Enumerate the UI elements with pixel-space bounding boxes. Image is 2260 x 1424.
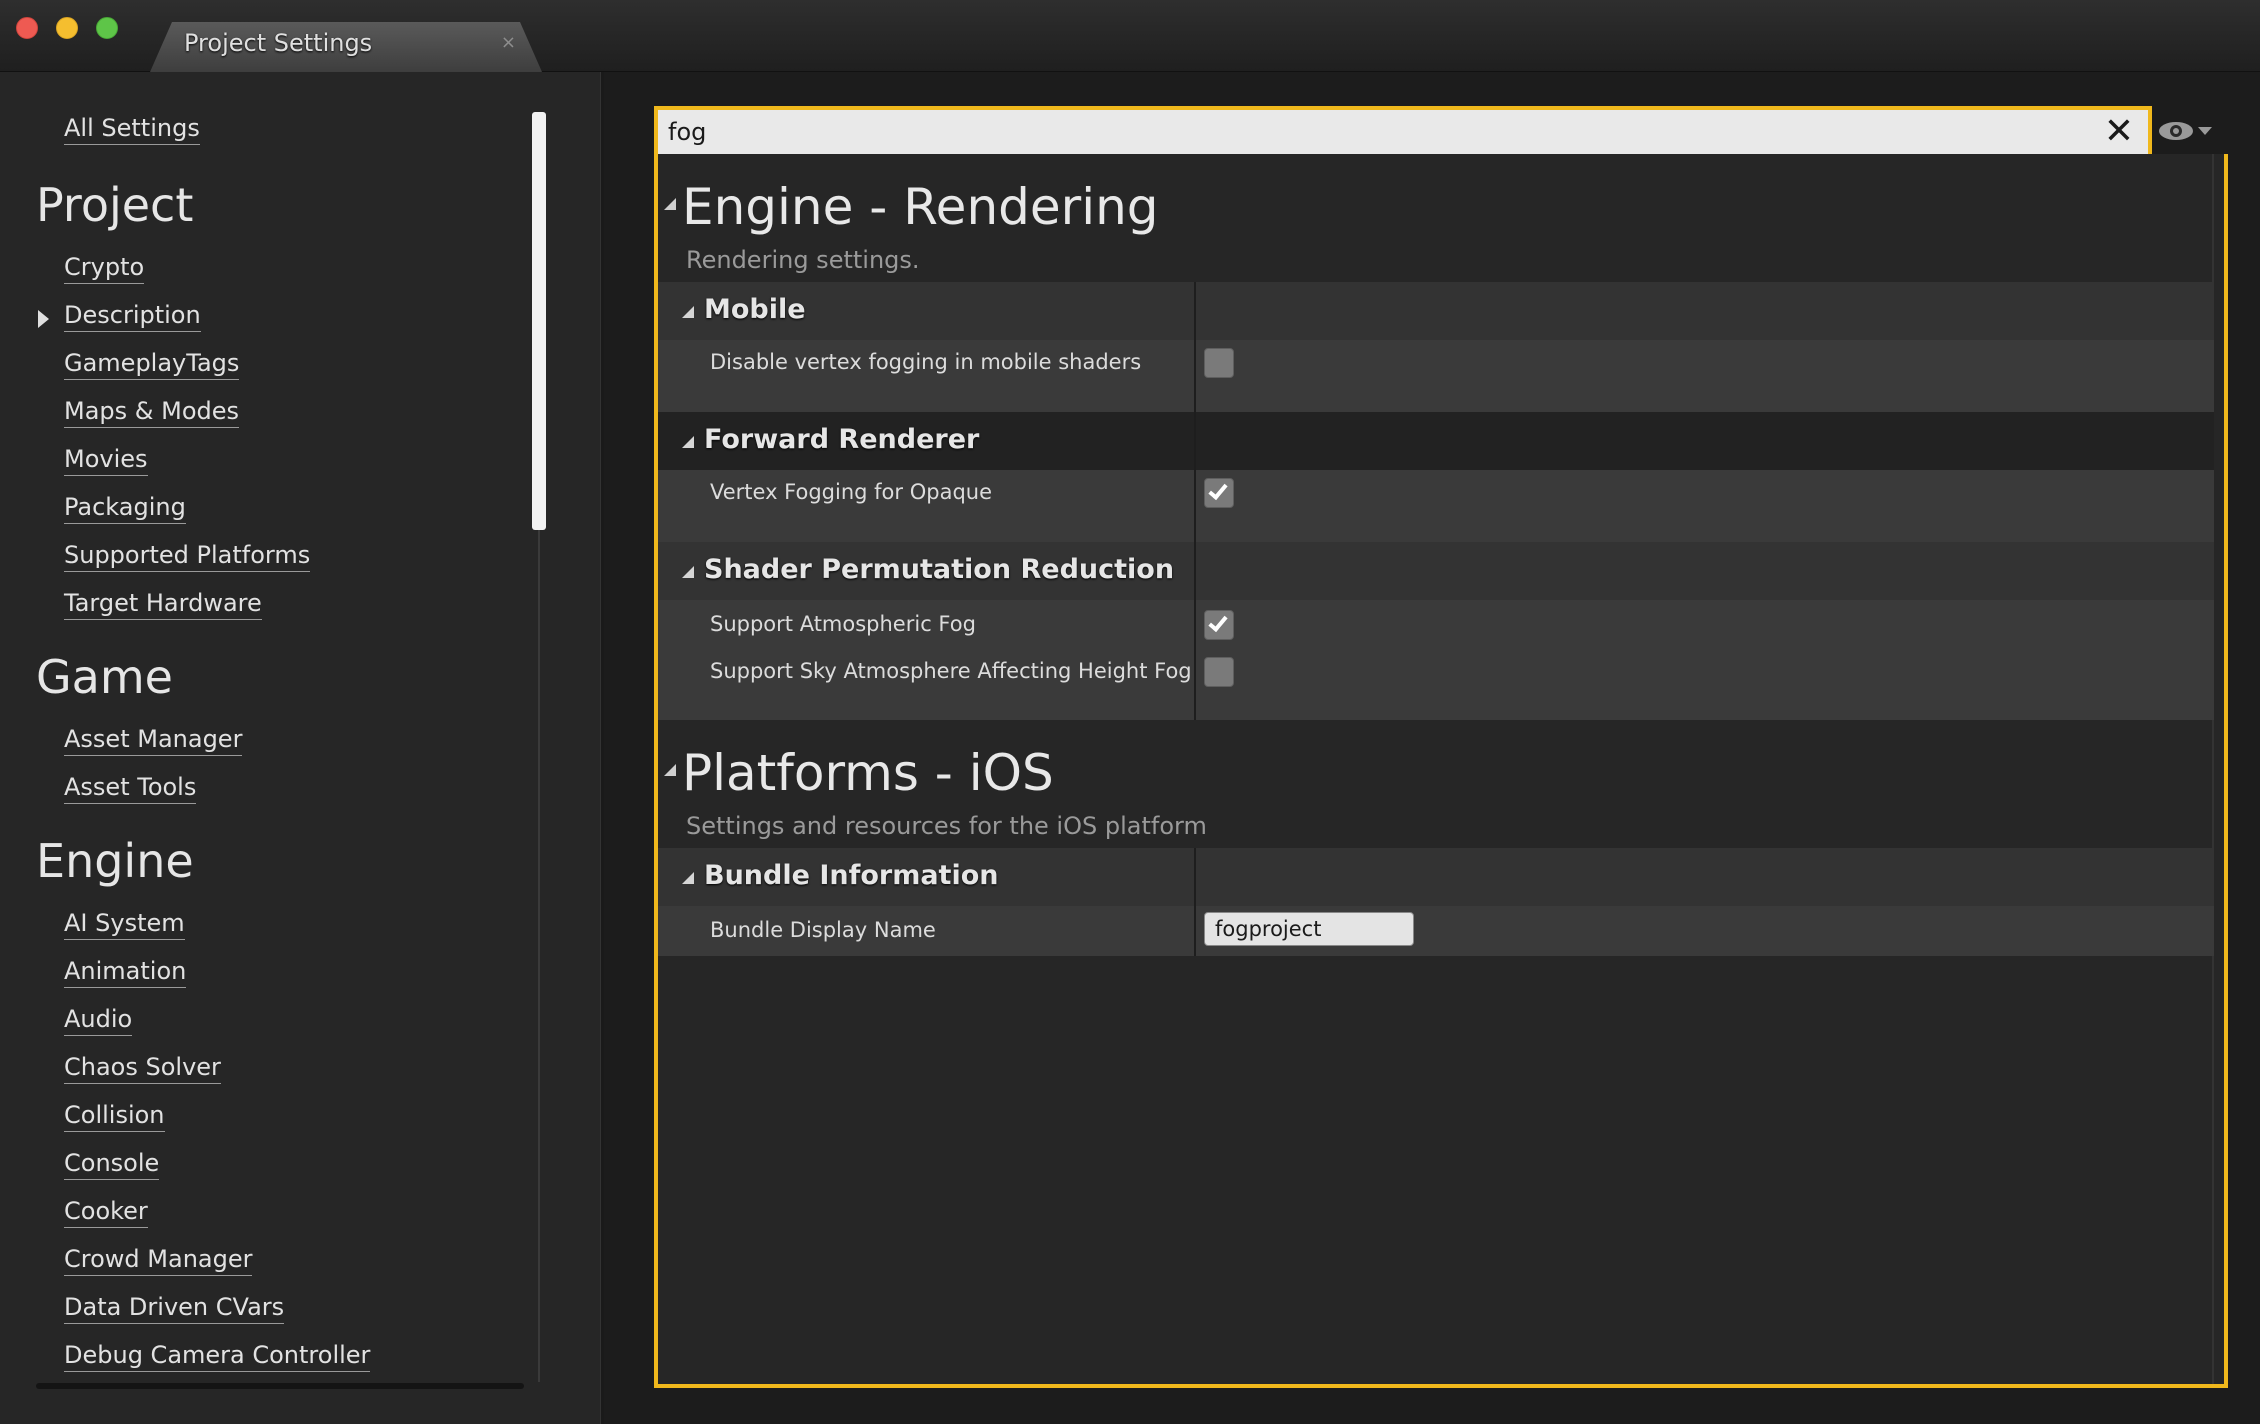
sidebar-heading-project: Project: [36, 178, 194, 232]
category-description: Rendering settings.: [686, 246, 920, 274]
sidebar-item-data-driven-cvars[interactable]: Data Driven CVars: [64, 1291, 285, 1324]
sidebar-item-maps-modes[interactable]: Maps & Modes: [64, 395, 240, 428]
settings-main-panel: ✕ Engine - Rendering Rendering settings.…: [604, 72, 2260, 1424]
window-close-button[interactable]: [16, 17, 38, 39]
support-atmospheric-fog-checkbox[interactable]: [1204, 610, 1234, 640]
section-title: Shader Permutation Reduction: [704, 554, 1175, 585]
column-separator[interactable]: [1194, 848, 1196, 956]
category-title: Platforms - iOS: [682, 744, 1054, 802]
expand-arrow-icon[interactable]: [38, 310, 49, 328]
settings-results: Engine - Rendering Rendering settings. M…: [654, 154, 2228, 1388]
sidebar-item-asset-tools[interactable]: Asset Tools: [64, 771, 197, 804]
sidebar-item-audio[interactable]: Audio: [64, 1003, 133, 1036]
section-mobile[interactable]: Mobile: [658, 282, 2214, 340]
sidebar-item-crypto[interactable]: Crypto: [64, 251, 145, 284]
collapse-arrow-icon: [682, 436, 694, 448]
sidebar-item-debug-camera-controller[interactable]: Debug Camera Controller: [64, 1339, 371, 1372]
collapse-arrow-icon: [682, 306, 694, 318]
sidebar-horizontal-scrollbar[interactable]: [36, 1383, 524, 1389]
collapse-arrow-icon[interactable]: [664, 764, 676, 776]
sidebar-heading-game: Game: [36, 650, 173, 704]
tab-close-icon[interactable]: ×: [501, 32, 516, 53]
sidebar-item-cooker[interactable]: Cooker: [64, 1195, 148, 1228]
sidebar-item-asset-manager[interactable]: Asset Manager: [64, 723, 243, 756]
bundle-display-name-input[interactable]: [1204, 912, 1414, 946]
property-row: Bundle Display Name: [658, 906, 2214, 956]
category-title: Engine - Rendering: [682, 178, 1159, 236]
collapse-arrow-icon[interactable]: [664, 198, 676, 210]
section-title: Bundle Information: [704, 860, 999, 891]
vertex-fogging-opaque-checkbox[interactable]: [1204, 478, 1234, 508]
sidebar-item-ai-system[interactable]: AI System: [64, 907, 185, 940]
sidebar-item-movies[interactable]: Movies: [64, 443, 148, 476]
property-label: Support Sky Atmosphere Affecting Height …: [710, 659, 1192, 683]
checkmark-icon: [1208, 479, 1228, 501]
collapse-arrow-icon: [682, 872, 694, 884]
section-bundle-information[interactable]: Bundle Information: [658, 848, 2214, 906]
property-row: Disable vertex fogging in mobile shaders: [658, 340, 2214, 412]
eye-icon[interactable]: [2156, 116, 2226, 146]
property-label: Disable vertex fogging in mobile shaders: [710, 350, 1142, 374]
section-title: Mobile: [704, 294, 806, 325]
sidebar-item-all-settings[interactable]: All Settings: [64, 112, 200, 145]
sidebar-item-supported-platforms[interactable]: Supported Platforms: [64, 539, 311, 572]
property-row: Vertex Fogging for Opaque: [658, 470, 2214, 542]
column-separator[interactable]: [1194, 282, 1196, 720]
sidebar-heading-engine: Engine: [36, 834, 194, 888]
sidebar-item-animation[interactable]: Animation: [64, 955, 187, 988]
sidebar-item-collision[interactable]: Collision: [64, 1099, 165, 1132]
section-shader-permutation-reduction[interactable]: Shader Permutation Reduction: [658, 542, 2214, 600]
settings-sidebar: All Settings Project Crypto Description …: [0, 72, 600, 1424]
title-bar: Project Settings ×: [0, 0, 2260, 72]
search-box: ✕: [654, 106, 2152, 154]
sidebar-item-description[interactable]: Description: [64, 299, 201, 332]
tab-project-settings[interactable]: Project Settings ×: [150, 22, 542, 72]
sidebar-item-gameplaytags[interactable]: GameplayTags: [64, 347, 240, 380]
collapse-arrow-icon: [682, 566, 694, 578]
tab-label: Project Settings: [184, 29, 373, 57]
section-title: Forward Renderer: [704, 424, 980, 455]
sidebar-scrollbar-thumb[interactable]: [532, 112, 546, 530]
category-description: Settings and resources for the iOS platf…: [686, 812, 1207, 840]
section-forward-renderer[interactable]: Forward Renderer: [658, 412, 2214, 470]
disable-vertex-fogging-checkbox[interactable]: [1204, 348, 1234, 378]
property-label: Bundle Display Name: [710, 918, 936, 942]
sidebar-item-target-hardware[interactable]: Target Hardware: [64, 587, 262, 620]
sidebar-item-packaging[interactable]: Packaging: [64, 491, 186, 524]
search-input[interactable]: [668, 114, 2068, 150]
sidebar-item-console[interactable]: Console: [64, 1147, 160, 1180]
support-sky-atmosphere-height-fog-checkbox[interactable]: [1204, 657, 1234, 687]
checkmark-icon: [1208, 611, 1228, 633]
close-x-icon[interactable]: ✕: [2104, 112, 2134, 152]
sidebar-item-chaos-solver[interactable]: Chaos Solver: [64, 1051, 221, 1084]
property-row: Support Atmospheric Fog Support Sky Atmo…: [658, 600, 2214, 720]
property-label: Vertex Fogging for Opaque: [710, 480, 993, 504]
window-minimize-button[interactable]: [56, 17, 78, 39]
window-maximize-button[interactable]: [96, 17, 118, 39]
sidebar-item-crowd-manager[interactable]: Crowd Manager: [64, 1243, 253, 1276]
property-label: Support Atmospheric Fog: [710, 612, 976, 636]
